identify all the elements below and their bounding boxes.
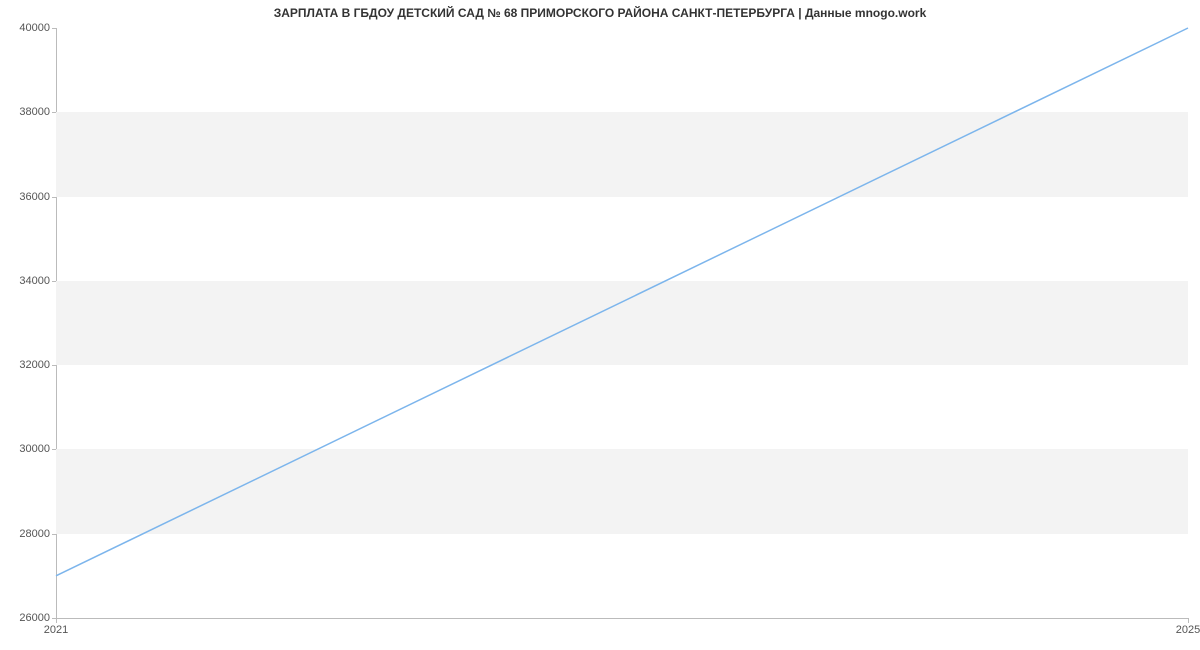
x-tick-mark <box>1188 618 1189 623</box>
y-tick-mark <box>52 534 56 535</box>
y-tick-label: 36000 <box>6 191 50 203</box>
y-tick-mark <box>52 28 56 29</box>
y-tick-mark <box>52 197 56 198</box>
chart-container: ЗАРПЛАТА В ГБДОУ ДЕТСКИЙ САД № 68 ПРИМОР… <box>0 0 1200 650</box>
y-tick-label: 30000 <box>6 443 50 455</box>
y-tick-label: 38000 <box>6 106 50 118</box>
y-tick-mark <box>52 449 56 450</box>
line-layer <box>56 28 1188 618</box>
chart-title: ЗАРПЛАТА В ГБДОУ ДЕТСКИЙ САД № 68 ПРИМОР… <box>0 6 1200 20</box>
y-tick-label: 40000 <box>6 22 50 34</box>
y-tick-label: 34000 <box>6 275 50 287</box>
data-series-line <box>56 28 1188 576</box>
y-tick-label: 32000 <box>6 359 50 371</box>
y-tick-mark <box>52 112 56 113</box>
y-tick-mark <box>52 365 56 366</box>
x-tick-label: 2021 <box>44 624 68 636</box>
x-tick-label: 2025 <box>1176 624 1200 636</box>
plot-area <box>56 28 1188 619</box>
y-tick-label: 26000 <box>6 612 50 624</box>
y-tick-label: 28000 <box>6 528 50 540</box>
x-tick-mark <box>56 618 57 623</box>
y-tick-mark <box>52 281 56 282</box>
